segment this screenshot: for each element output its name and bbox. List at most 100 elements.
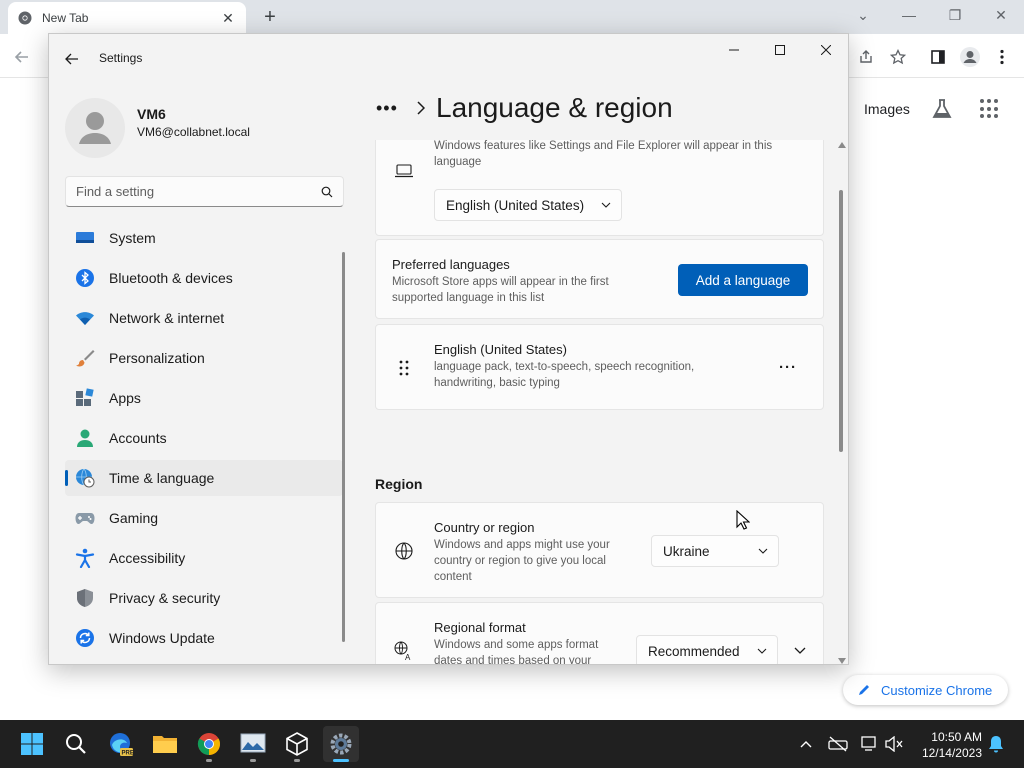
bluetooth-icon xyxy=(75,268,95,288)
taskbar-search-button[interactable] xyxy=(58,726,94,762)
regional-format-icon: A xyxy=(394,641,414,661)
close-icon[interactable]: ✕ xyxy=(978,0,1024,30)
edge-beta-icon: PRE xyxy=(110,733,134,757)
close-button[interactable] xyxy=(803,34,848,66)
tray-overflow-chevron-icon[interactable] xyxy=(796,734,816,754)
user-avatar-icon xyxy=(79,112,111,144)
nav-item-personalization[interactable]: Personalization xyxy=(65,340,343,376)
preferred-languages-description: Microsoft Store apps will appear in the … xyxy=(392,276,609,304)
nav-item-privacy[interactable]: Privacy & security xyxy=(65,580,343,616)
drag-handle-icon[interactable] xyxy=(394,358,414,378)
add-language-button[interactable]: Add a language xyxy=(678,264,808,296)
new-tab-button[interactable]: + xyxy=(258,5,282,29)
nav-item-accessibility[interactable]: Accessibility xyxy=(65,540,343,576)
nav-item-bluetooth[interactable]: Bluetooth & devices xyxy=(65,260,343,296)
language-options-button[interactable]: ··· xyxy=(776,355,800,379)
share-icon[interactable] xyxy=(854,45,878,69)
nav-item-label: Bluetooth & devices xyxy=(109,270,233,286)
chevron-down-icon xyxy=(601,202,611,208)
shield-icon xyxy=(75,588,95,608)
gear-icon xyxy=(330,733,352,755)
nav-item-label: Privacy & security xyxy=(109,590,221,606)
search-icon xyxy=(66,734,86,754)
restore-icon[interactable]: ❐ xyxy=(932,0,978,30)
nav-item-label: Time & language xyxy=(109,470,215,486)
content-scrollbar[interactable] xyxy=(838,142,846,664)
images-link[interactable]: Images xyxy=(864,101,910,117)
google-apps-icon[interactable] xyxy=(980,99,1000,119)
minimize-button[interactable] xyxy=(711,34,757,66)
nav-item-system[interactable]: System xyxy=(65,220,343,256)
nav-item-time-language[interactable]: Time & language xyxy=(65,460,343,496)
search-box[interactable] xyxy=(65,176,344,207)
settings-window-title: Settings xyxy=(99,51,143,65)
tray-sound-muted-icon[interactable] xyxy=(884,734,904,754)
labs-flask-icon[interactable] xyxy=(930,97,954,121)
package-cube-icon xyxy=(286,732,308,756)
side-panel-icon[interactable] xyxy=(926,45,950,69)
chrome-menu-icon[interactable] xyxy=(990,45,1014,69)
back-arrow-icon[interactable] xyxy=(10,45,34,69)
start-button[interactable] xyxy=(14,726,50,762)
nav-item-gaming[interactable]: Gaming xyxy=(65,500,343,536)
user-name: VM6 xyxy=(137,106,166,122)
svg-text:A: A xyxy=(405,653,411,661)
country-region-dropdown[interactable]: Ukraine xyxy=(651,535,779,567)
customize-chrome-button[interactable]: Customize Chrome xyxy=(843,675,1008,705)
tray-drive-offline-icon[interactable] xyxy=(828,734,848,754)
nav-item-accounts[interactable]: Accounts xyxy=(65,420,343,456)
country-region-description: Windows and apps might use your country … xyxy=(434,539,610,583)
chevron-down-icon xyxy=(757,648,767,654)
package-running-indicator xyxy=(294,759,300,762)
profile-icon[interactable] xyxy=(958,45,982,69)
nav-item-apps[interactable]: Apps xyxy=(65,380,343,416)
bookmark-star-icon[interactable] xyxy=(886,45,910,69)
chrome-tab[interactable]: New Tab ✕ xyxy=(8,2,246,34)
breadcrumb-more-button[interactable]: ••• xyxy=(376,98,406,119)
customize-chrome-label: Customize Chrome xyxy=(881,682,993,698)
expand-chevron-icon[interactable] xyxy=(790,641,810,661)
nav-item-windows-update[interactable]: Windows Update xyxy=(65,620,343,656)
avatar[interactable] xyxy=(65,98,125,158)
taskbar-chrome[interactable] xyxy=(191,726,227,762)
language-entry-card[interactable]: English (United States) language pack, t… xyxy=(375,324,824,410)
back-arrow-icon[interactable] xyxy=(61,48,83,70)
taskbar-package-app[interactable] xyxy=(279,726,315,762)
country-region-title: Country or region xyxy=(434,520,535,535)
scroll-down-arrow-icon[interactable] xyxy=(838,658,846,664)
notification-bell-icon[interactable] xyxy=(986,734,1006,754)
maximize-button[interactable] xyxy=(757,34,803,66)
search-input[interactable] xyxy=(76,184,321,199)
taskbar-clock[interactable]: 10:50 AM 12/14/2023 xyxy=(914,729,982,761)
chrome-favicon-icon xyxy=(18,11,32,25)
folder-icon xyxy=(153,736,177,753)
scroll-thumb[interactable] xyxy=(839,190,843,452)
scroll-up-arrow-icon[interactable] xyxy=(838,142,846,148)
globe-clock-icon xyxy=(75,468,95,488)
nav-item-network[interactable]: Network & internet xyxy=(65,300,343,336)
minimize-icon xyxy=(729,49,739,51)
taskbar-photos[interactable] xyxy=(235,726,271,762)
content-pane: Windows features like Settings and File … xyxy=(375,140,825,665)
nav-item-label: Windows Update xyxy=(109,630,215,646)
close-tab-icon[interactable]: ✕ xyxy=(220,10,236,27)
pencil-icon xyxy=(859,685,869,695)
display-language-description: Windows features like Settings and File … xyxy=(434,140,773,168)
minimize-icon[interactable]: — xyxy=(886,0,932,30)
preferred-languages-title: Preferred languages xyxy=(392,257,510,272)
regional-format-dropdown[interactable]: Recommended xyxy=(636,635,778,664)
dropdown-value: Recommended xyxy=(648,643,740,659)
regional-format-description: Windows and some apps format dates and t… xyxy=(434,639,599,665)
nav-scrollbar[interactable] xyxy=(342,252,345,642)
display-language-dropdown[interactable]: English (United States) xyxy=(434,189,622,221)
tray-network-icon[interactable] xyxy=(860,734,880,754)
nav-item-label: System xyxy=(109,230,156,246)
taskbar-edge-beta[interactable]: PRE xyxy=(103,726,139,762)
nav-item-label: Accessibility xyxy=(109,550,186,566)
taskbar-file-explorer[interactable] xyxy=(147,726,183,762)
tab-search-icon[interactable]: ⌄ xyxy=(840,0,886,30)
taskbar-settings[interactable] xyxy=(323,726,359,762)
regional-format-card[interactable]: A Regional format Windows and some apps … xyxy=(375,602,824,665)
brush-icon xyxy=(75,348,95,368)
nav-item-label: Network & internet xyxy=(109,310,225,326)
